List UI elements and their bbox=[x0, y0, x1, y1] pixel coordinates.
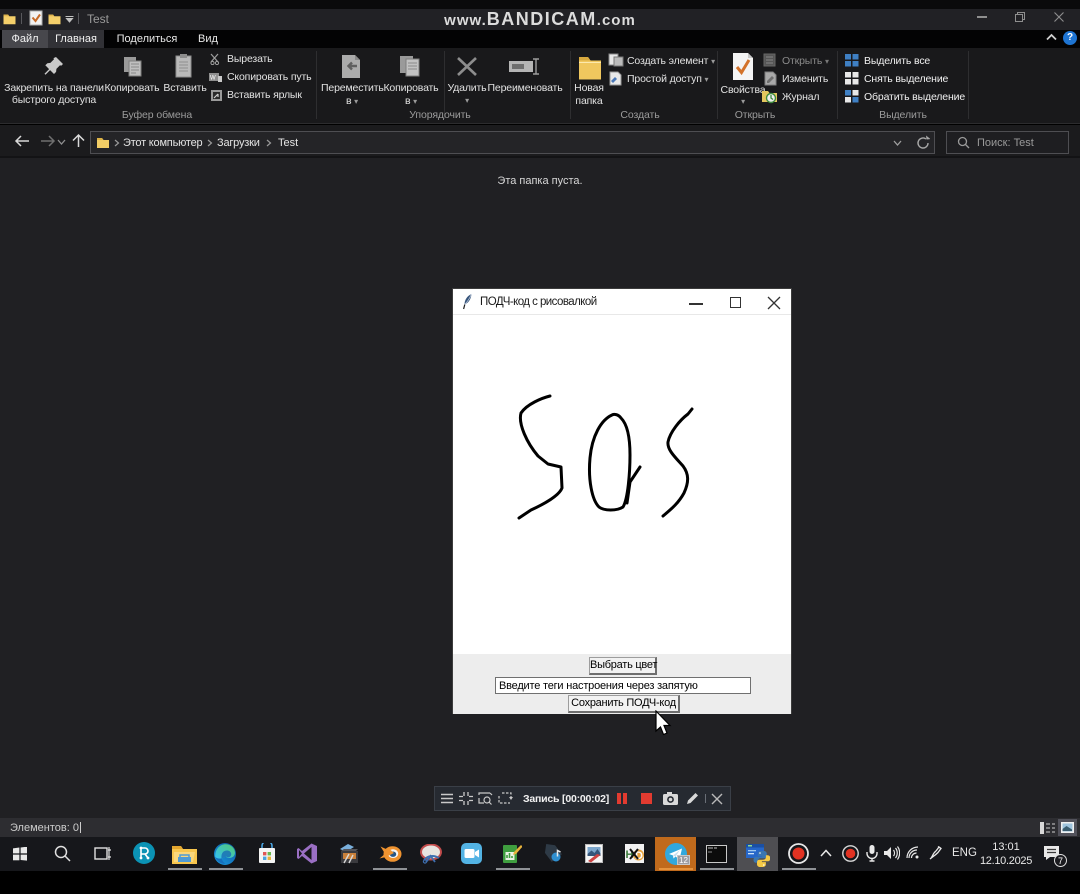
svg-text:W: W bbox=[210, 76, 216, 82]
